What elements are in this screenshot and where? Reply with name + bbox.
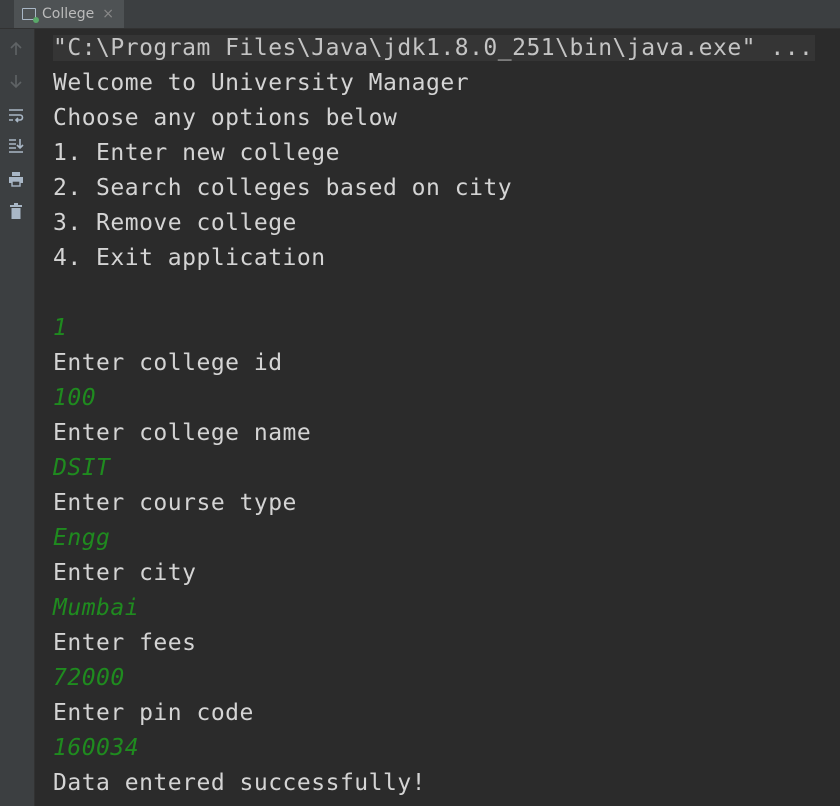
console-input-line: Mumbai <box>53 595 140 621</box>
console-input-line: 160034 <box>53 735 140 761</box>
console-output-line: 2. Search colleges based on city <box>53 175 513 201</box>
console-output-line: Welcome to University Manager <box>53 70 470 96</box>
soft-wrap-icon[interactable] <box>5 104 27 126</box>
console-output-line: Choose any options below <box>53 105 398 131</box>
arrow-down-icon[interactable] <box>5 70 27 92</box>
command-line: "C:\Program Files\Java\jdk1.8.0_251\bin\… <box>53 31 840 66</box>
print-icon[interactable] <box>5 168 27 190</box>
run-console-icon <box>22 8 39 23</box>
console-output[interactable]: "C:\Program Files\Java\jdk1.8.0_251\bin\… <box>53 31 840 806</box>
console-input-line: Engg <box>53 525 111 551</box>
console-output-line: 4. Exit application <box>53 245 326 271</box>
arrow-up-icon[interactable] <box>5 38 27 60</box>
console-output-line: Enter college name <box>53 420 312 446</box>
scroll-to-end-icon[interactable] <box>5 134 27 156</box>
tab-college[interactable]: College × <box>14 0 124 28</box>
console-output-line: Enter pin code <box>53 700 254 726</box>
console-output-line: Data entered successfully! <box>53 770 427 796</box>
command-text: "C:\Program Files\Java\jdk1.8.0_251\bin\… <box>53 35 816 61</box>
console-lines: Welcome to University Manager Choose any … <box>53 66 840 801</box>
console-output-line: 3. Remove college <box>53 210 297 236</box>
console-input-line: 72000 <box>53 665 125 691</box>
tab-title: College <box>42 6 95 22</box>
tool-window-tab-bar: College × <box>0 0 840 29</box>
console-input-line: 1 <box>53 315 68 341</box>
console-output-line: 1. Enter new college <box>53 140 340 166</box>
console-toolbar <box>0 29 35 806</box>
console-output-line: Enter city <box>53 560 197 586</box>
console-output-line: Enter fees <box>53 630 197 656</box>
console-input-line: DSIT <box>53 455 111 481</box>
trash-icon[interactable] <box>5 200 27 222</box>
close-icon[interactable]: × <box>102 6 114 22</box>
console-output-line: Enter college id <box>53 350 283 376</box>
console-input-line: 100 <box>53 385 97 411</box>
console-output-line: Enter course type <box>53 490 297 516</box>
